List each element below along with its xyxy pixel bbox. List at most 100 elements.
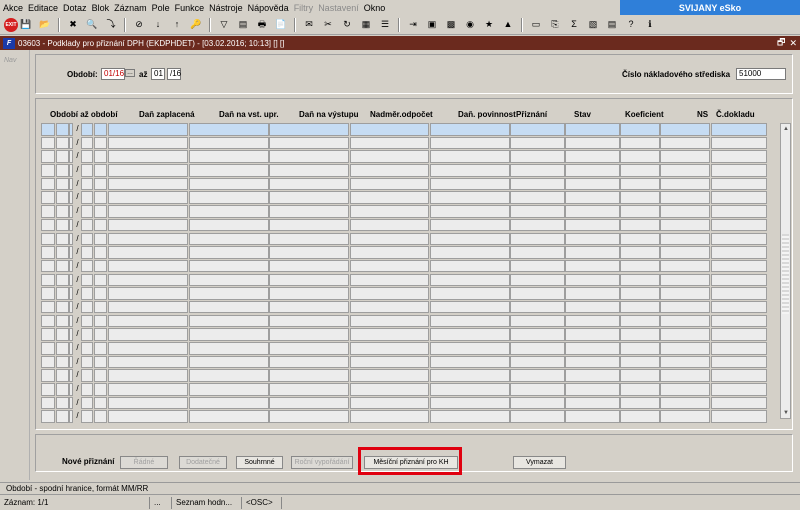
grid-cell[interactable] xyxy=(620,191,660,204)
grid-cell[interactable] xyxy=(189,123,269,136)
grid-cell[interactable] xyxy=(620,136,660,150)
grid-cell[interactable] xyxy=(711,123,767,136)
grid-cell[interactable] xyxy=(189,232,269,245)
grid-cell[interactable] xyxy=(69,136,73,150)
restore-icon[interactable]: 🗗 xyxy=(777,35,785,51)
scroll-thumb[interactable] xyxy=(782,234,789,314)
grid-cell[interactable] xyxy=(620,177,660,191)
grid-cell[interactable] xyxy=(41,246,55,259)
grid-cell[interactable] xyxy=(81,273,93,287)
grid-cell[interactable] xyxy=(565,136,620,150)
grid-cell[interactable] xyxy=(94,273,107,287)
grid-cell[interactable] xyxy=(81,342,93,355)
grid-cell[interactable] xyxy=(69,383,73,396)
grid-cell[interactable] xyxy=(69,369,73,382)
grid-cell[interactable] xyxy=(189,259,269,273)
grid-cell[interactable] xyxy=(108,300,188,314)
grid-cell[interactable] xyxy=(81,123,93,136)
grid-cell[interactable] xyxy=(94,232,107,245)
grid-cell[interactable] xyxy=(711,342,767,355)
grid-cell[interactable] xyxy=(108,342,188,355)
grid-cell[interactable] xyxy=(350,191,429,204)
grid-cell[interactable] xyxy=(108,410,188,423)
close-icon[interactable]: ✕ xyxy=(789,38,797,49)
grid-cell[interactable] xyxy=(565,314,620,328)
grid-cell[interactable] xyxy=(660,410,710,423)
table-icon[interactable]: ▤ xyxy=(604,18,620,32)
exit-button[interactable]: EXIT xyxy=(4,17,18,32)
obdobi-to-year-field[interactable]: /16 xyxy=(167,68,181,80)
grid-cell[interactable] xyxy=(269,355,349,369)
grid-cell[interactable] xyxy=(56,259,69,273)
grid-cell[interactable] xyxy=(94,259,107,273)
grid-cell[interactable] xyxy=(430,246,510,259)
calculator-icon[interactable]: ▩ xyxy=(443,18,459,32)
grid-cell[interactable] xyxy=(269,410,349,423)
grid-cell[interactable] xyxy=(620,273,660,287)
action-button-5[interactable]: Vymazat xyxy=(513,456,566,469)
center-field[interactable]: 51000 xyxy=(736,68,786,80)
menu-item-6[interactable]: Funkce xyxy=(175,3,205,13)
grid-cell[interactable] xyxy=(430,259,510,273)
grid-cell[interactable] xyxy=(660,273,710,287)
grid-cell[interactable] xyxy=(660,232,710,245)
grid-cell[interactable] xyxy=(108,355,188,369)
grid-cell[interactable] xyxy=(108,191,188,204)
grid-cell[interactable] xyxy=(41,150,55,163)
grid-cell[interactable] xyxy=(94,300,107,314)
grid-cell[interactable] xyxy=(69,205,73,218)
grid-cell[interactable] xyxy=(269,136,349,150)
grid-cell[interactable] xyxy=(565,287,620,300)
grid-cell[interactable] xyxy=(56,300,69,314)
grid-cell[interactable] xyxy=(269,205,349,218)
grid-cell[interactable] xyxy=(69,191,73,204)
grid-cell[interactable] xyxy=(56,177,69,191)
menu-item-4[interactable]: Záznam xyxy=(114,3,147,13)
grid-cell[interactable] xyxy=(510,150,565,163)
grid-cell[interactable] xyxy=(660,355,710,369)
grid-cell[interactable] xyxy=(510,177,565,191)
grid-cell[interactable] xyxy=(510,355,565,369)
grid-cell[interactable] xyxy=(350,177,429,191)
grid-cell[interactable] xyxy=(41,191,55,204)
grid-cell[interactable] xyxy=(660,369,710,382)
grid-cell[interactable] xyxy=(41,342,55,355)
grid-cell[interactable] xyxy=(350,259,429,273)
grid-cell[interactable] xyxy=(69,300,73,314)
grid-cell[interactable] xyxy=(69,177,73,191)
grid-cell[interactable] xyxy=(350,246,429,259)
grid-cell[interactable] xyxy=(94,287,107,300)
grid-cell[interactable] xyxy=(620,150,660,163)
grid-cell[interactable] xyxy=(565,342,620,355)
grid-cell[interactable] xyxy=(660,246,710,259)
grid-cell[interactable] xyxy=(350,300,429,314)
grid-cell[interactable] xyxy=(565,246,620,259)
grid-cell[interactable] xyxy=(510,396,565,410)
grid-cell[interactable] xyxy=(711,232,767,245)
grid-cell[interactable] xyxy=(565,177,620,191)
grid-cell[interactable] xyxy=(510,287,565,300)
grid-cell[interactable] xyxy=(565,328,620,341)
grid-cell[interactable] xyxy=(189,300,269,314)
grid-cell[interactable] xyxy=(711,300,767,314)
grid-cell[interactable] xyxy=(269,314,349,328)
grid-cell[interactable] xyxy=(660,150,710,163)
grid-cell[interactable] xyxy=(660,314,710,328)
grid-cell[interactable] xyxy=(565,259,620,273)
grid-cell[interactable] xyxy=(81,328,93,341)
grid-cell[interactable] xyxy=(620,369,660,382)
grid-cell[interactable] xyxy=(510,136,565,150)
grid-cell[interactable] xyxy=(565,232,620,245)
grid-cell[interactable] xyxy=(56,136,69,150)
grid-cell[interactable] xyxy=(510,164,565,177)
grid-cell[interactable] xyxy=(430,300,510,314)
refresh-icon[interactable]: ↻ xyxy=(339,18,355,32)
grid-cell[interactable] xyxy=(510,300,565,314)
grid-cell[interactable] xyxy=(430,328,510,341)
grid-cell[interactable] xyxy=(430,369,510,382)
save-icon[interactable]: 💾 xyxy=(18,18,34,32)
grid-cell[interactable] xyxy=(510,383,565,396)
grid-cell[interactable] xyxy=(41,232,55,245)
grid-cell[interactable] xyxy=(430,191,510,204)
grid-cell[interactable] xyxy=(81,205,93,218)
